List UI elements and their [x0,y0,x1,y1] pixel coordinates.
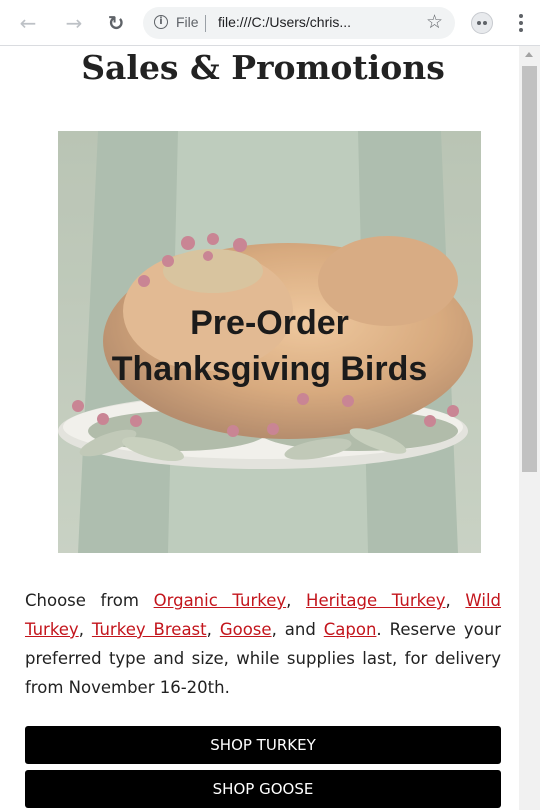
page-title: Sales & Promotions [81,48,445,87]
description-intro: Choose from [25,591,154,610]
star-icon[interactable]: ☆ [426,11,443,33]
address-separator [205,15,206,32]
shop-turkey-button[interactable]: SHOP TURKEY [25,726,501,764]
extension-icon[interactable] [471,12,493,34]
reload-icon[interactable]: ↻ [102,9,130,37]
hero-title-line-1: Pre-Order [190,304,349,342]
description-separator: , [445,591,466,610]
info-icon[interactable]: i [154,15,168,29]
scheme-label: File [176,14,199,30]
hero-banner[interactable]: Pre-Order Thanksgiving Birds [58,131,481,553]
back-icon[interactable]: ← [14,9,42,37]
link-heritage-turkey[interactable]: Heritage Turkey [306,591,445,610]
scroll-thumb[interactable] [522,66,537,472]
link-goose[interactable]: Goose [220,620,272,639]
hero-title: Pre-Order Thanksgiving Birds [58,300,481,392]
browser-toolbar: ← → ↻ i File file:///C:/Users/chris... ☆ [0,0,540,46]
shop-goose-button[interactable]: SHOP GOOSE [25,770,501,808]
scroll-up-arrow-icon[interactable] [525,52,533,57]
menu-icon[interactable] [516,12,526,34]
description-paragraph: Choose from Organic Turkey, Heritage Tur… [25,586,501,702]
hero-title-line-2: Thanksgiving Birds [111,350,428,388]
scrollbar[interactable] [519,46,540,810]
address-bar[interactable]: i File file:///C:/Users/chris... ☆ [143,7,455,39]
description-and: , and [271,620,324,639]
link-organic-turkey[interactable]: Organic Turkey [154,591,287,610]
description-separator: , [206,620,220,639]
forward-icon[interactable]: → [60,9,88,37]
link-capon[interactable]: Capon [324,620,377,639]
url-text[interactable]: file:///C:/Users/chris... [218,14,351,30]
link-turkey-breast[interactable]: Turkey Breast [92,620,207,639]
description-separator: , [78,620,92,639]
description-separator: , [286,591,307,610]
